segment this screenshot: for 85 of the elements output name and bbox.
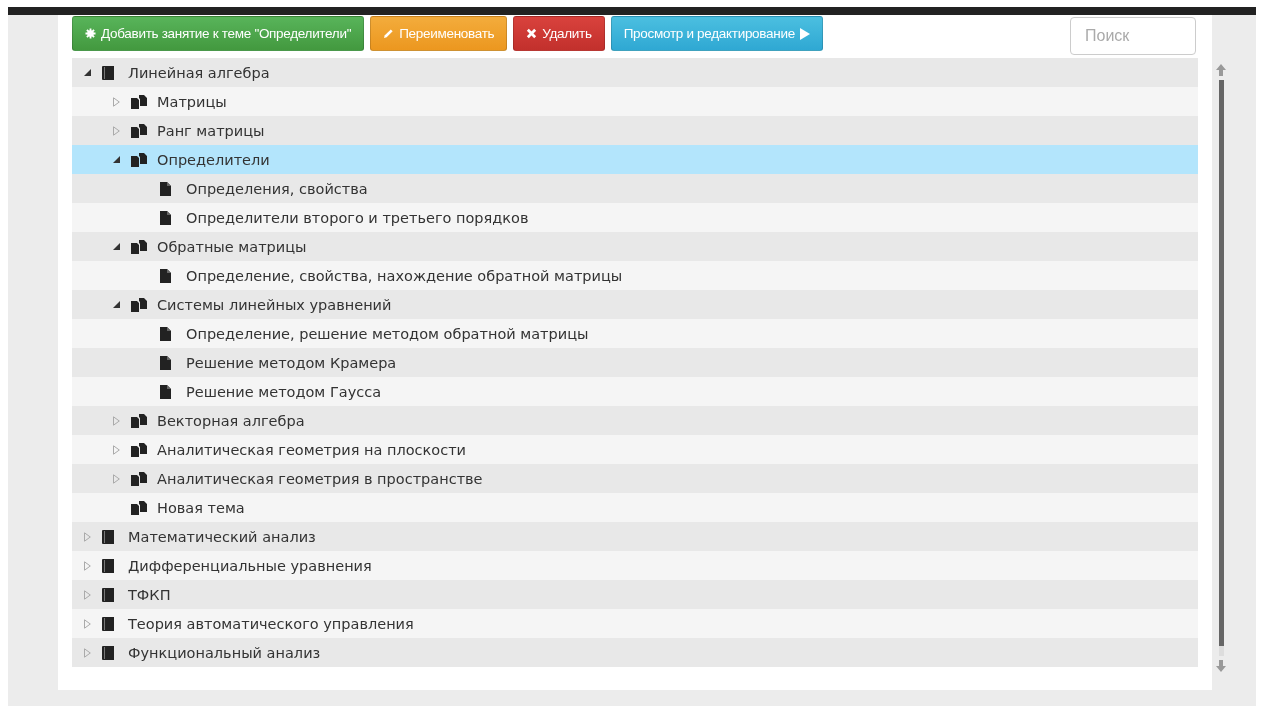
tree-label: Обратные матрицы: [157, 238, 307, 255]
documents-icon: [131, 123, 147, 138]
tree-row[interactable]: Определения, свойства: [72, 174, 1198, 203]
book-icon: [102, 529, 114, 544]
tree-row[interactable]: Ранг матрицы: [72, 116, 1198, 145]
tree-row[interactable]: ТФКП: [72, 580, 1198, 609]
tree-label: Аналитическая геометрия в пространстве: [157, 470, 483, 487]
tree-row[interactable]: Аналитическая геометрия в пространстве: [72, 464, 1198, 493]
tree-row[interactable]: Определители второго и третьего порядков: [72, 203, 1198, 232]
tree-row[interactable]: Теория автоматического управления: [72, 609, 1198, 638]
tree-label: Функциональный анализ: [128, 644, 321, 661]
tree-row[interactable]: Решение методом Крамера: [72, 348, 1198, 377]
tree-label: Теория автоматического управления: [128, 615, 414, 632]
tree-row[interactable]: Новая тема: [72, 493, 1198, 522]
expand-triangle-icon[interactable]: [83, 618, 91, 629]
book-icon: [102, 587, 114, 602]
tree-label: Определения, свойства: [186, 180, 368, 197]
tree-row[interactable]: Матрицы: [72, 87, 1198, 116]
documents-icon: [131, 413, 147, 428]
tree-label: Определение, решение методом обратной матрицы: [186, 325, 589, 342]
book-icon: [102, 558, 114, 573]
tree-row[interactable]: Дифференциальные уравнения: [72, 551, 1198, 580]
tree-row[interactable]: Обратные матрицы: [72, 232, 1198, 261]
tree-label: Математический анализ: [128, 528, 316, 545]
documents-icon: [131, 471, 147, 486]
collapse-triangle-icon[interactable]: [112, 243, 120, 250]
tree-label: Линейная алгебра: [128, 64, 270, 81]
book-icon: [102, 645, 114, 660]
tree-label: Определение, свойства, нахождение обратной матрицы: [186, 267, 623, 284]
tree-label: Решение методом Гаусса: [186, 383, 382, 400]
expand-triangle-icon[interactable]: [83, 589, 91, 600]
expand-triangle-icon[interactable]: [112, 96, 120, 107]
book-icon: [102, 65, 114, 80]
play-icon: [799, 27, 810, 40]
tree-row[interactable]: Определители: [72, 145, 1198, 174]
collapse-triangle-icon[interactable]: [112, 301, 120, 308]
tree-label: Системы линейных уравнений: [157, 296, 392, 313]
tree-label: Определители: [157, 151, 270, 168]
document-icon: [160, 384, 171, 399]
tree-row[interactable]: Функциональный анализ: [72, 638, 1198, 667]
expand-triangle-icon[interactable]: [83, 647, 91, 658]
tree-label: Матрицы: [157, 93, 227, 110]
close-icon: [526, 28, 538, 39]
document-icon: [160, 268, 171, 283]
delete-button[interactable]: Удалить: [513, 16, 605, 51]
tree-row[interactable]: Определение, решение методом обратной матрицы: [72, 319, 1198, 348]
tree-label: Дифференциальные уравнения: [128, 557, 372, 574]
documents-icon: [131, 442, 147, 457]
document-icon: [160, 181, 171, 196]
tree-row[interactable]: Векторная алгебра: [72, 406, 1198, 435]
tree-row[interactable]: Системы линейных уравнений: [72, 290, 1198, 319]
tree-row[interactable]: Аналитическая геометрия на плоскости: [72, 435, 1198, 464]
search-field[interactable]: Поиск: [1070, 17, 1196, 55]
documents-icon: [131, 297, 147, 312]
pencil-icon: [383, 28, 395, 39]
scroll-down-icon[interactable]: [1215, 659, 1227, 673]
tree-label: Векторная алгебра: [157, 412, 305, 429]
expand-triangle-icon[interactable]: [112, 473, 120, 484]
documents-icon: [131, 94, 147, 109]
tree-label: Определители второго и третьего порядков: [186, 209, 529, 226]
collapse-triangle-icon[interactable]: [112, 156, 120, 163]
tree-row[interactable]: Линейная алгебра: [72, 58, 1198, 87]
tree-row[interactable]: Решение методом Гаусса: [72, 377, 1198, 406]
document-icon: [160, 355, 171, 370]
documents-icon: [131, 500, 147, 515]
documents-icon: [131, 152, 147, 167]
tree-label: Ранг матрицы: [157, 122, 265, 139]
expand-triangle-icon[interactable]: [83, 560, 91, 571]
tree-label: Новая тема: [157, 499, 245, 516]
tree-row[interactable]: Определение, свойства, нахождение обратной матрицы: [72, 261, 1198, 290]
tree-row[interactable]: Математический анализ: [72, 522, 1198, 551]
scroll-up-icon[interactable]: [1215, 63, 1227, 77]
book-icon: [102, 616, 114, 631]
expand-triangle-icon[interactable]: [112, 415, 120, 426]
expand-triangle-icon[interactable]: [112, 444, 120, 455]
collapse-triangle-icon[interactable]: [83, 69, 91, 76]
expand-triangle-icon[interactable]: [83, 531, 91, 542]
tree-label: ТФКП: [128, 586, 171, 603]
gear-icon: [85, 28, 96, 39]
document-icon: [160, 326, 171, 341]
tree-label: Аналитическая геометрия на плоскости: [157, 441, 466, 458]
tree-label: Решение методом Крамера: [186, 354, 397, 371]
document-icon: [160, 210, 171, 225]
expand-triangle-icon[interactable]: [112, 125, 120, 136]
documents-icon: [131, 239, 147, 254]
